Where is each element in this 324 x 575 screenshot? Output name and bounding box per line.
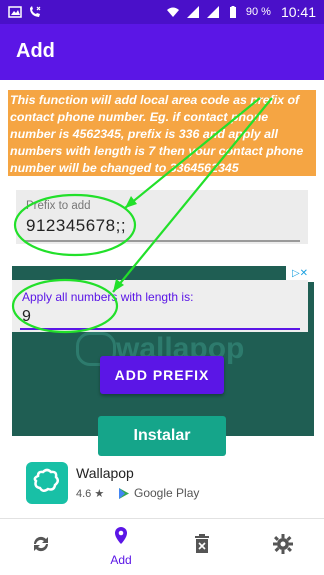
ad-rating: 4.6 ★ [76, 488, 105, 500]
wallapop-app-icon[interactable] [26, 462, 68, 504]
page-title: Add [16, 40, 55, 62]
nav-settings[interactable] [253, 519, 313, 575]
battery-icon [229, 6, 236, 18]
status-bar: 90 % 10:41 [0, 0, 324, 24]
signal-icon-2 [206, 6, 219, 18]
settings-gear-icon [273, 534, 293, 554]
image-icon [8, 6, 22, 18]
length-label: Apply all numbers with length is: [22, 290, 194, 304]
bottom-nav: Add [0, 518, 324, 575]
google-play-icon [119, 487, 129, 499]
app-bar: Add [0, 24, 324, 80]
prefix-underline [24, 240, 300, 242]
length-input[interactable]: Apply all numbers with length is: 9 [12, 280, 308, 332]
add-prefix-button[interactable]: ADD PREFIX [100, 356, 224, 394]
length-value[interactable]: 9 [22, 308, 31, 326]
nav-sync[interactable] [11, 519, 71, 575]
google-play-badge: Google Play [118, 486, 199, 500]
prefix-input[interactable]: Prefix to add 912345678;; [16, 190, 308, 244]
length-underline [20, 328, 300, 330]
signal-icon [186, 6, 199, 18]
prefix-label: Prefix to add [26, 200, 91, 212]
missed-call-icon [30, 6, 41, 17]
wifi-icon [166, 7, 179, 17]
delete-icon [195, 534, 209, 553]
install-button[interactable]: Instalar [98, 416, 226, 456]
battery-level: 90 % [245, 6, 271, 18]
nav-add-label: Add [110, 553, 132, 567]
nav-delete[interactable] [172, 519, 232, 575]
info-text: This function will add local area code a… [8, 90, 316, 176]
nav-add[interactable]: Add [91, 519, 151, 575]
store-name: Google Play [134, 486, 200, 500]
sync-icon [33, 536, 49, 552]
prefix-value[interactable]: 912345678;; [26, 216, 126, 236]
clock: 10:41 [280, 4, 316, 20]
location-pin-icon [115, 527, 127, 544]
ad-app-name: Wallapop [76, 465, 134, 481]
